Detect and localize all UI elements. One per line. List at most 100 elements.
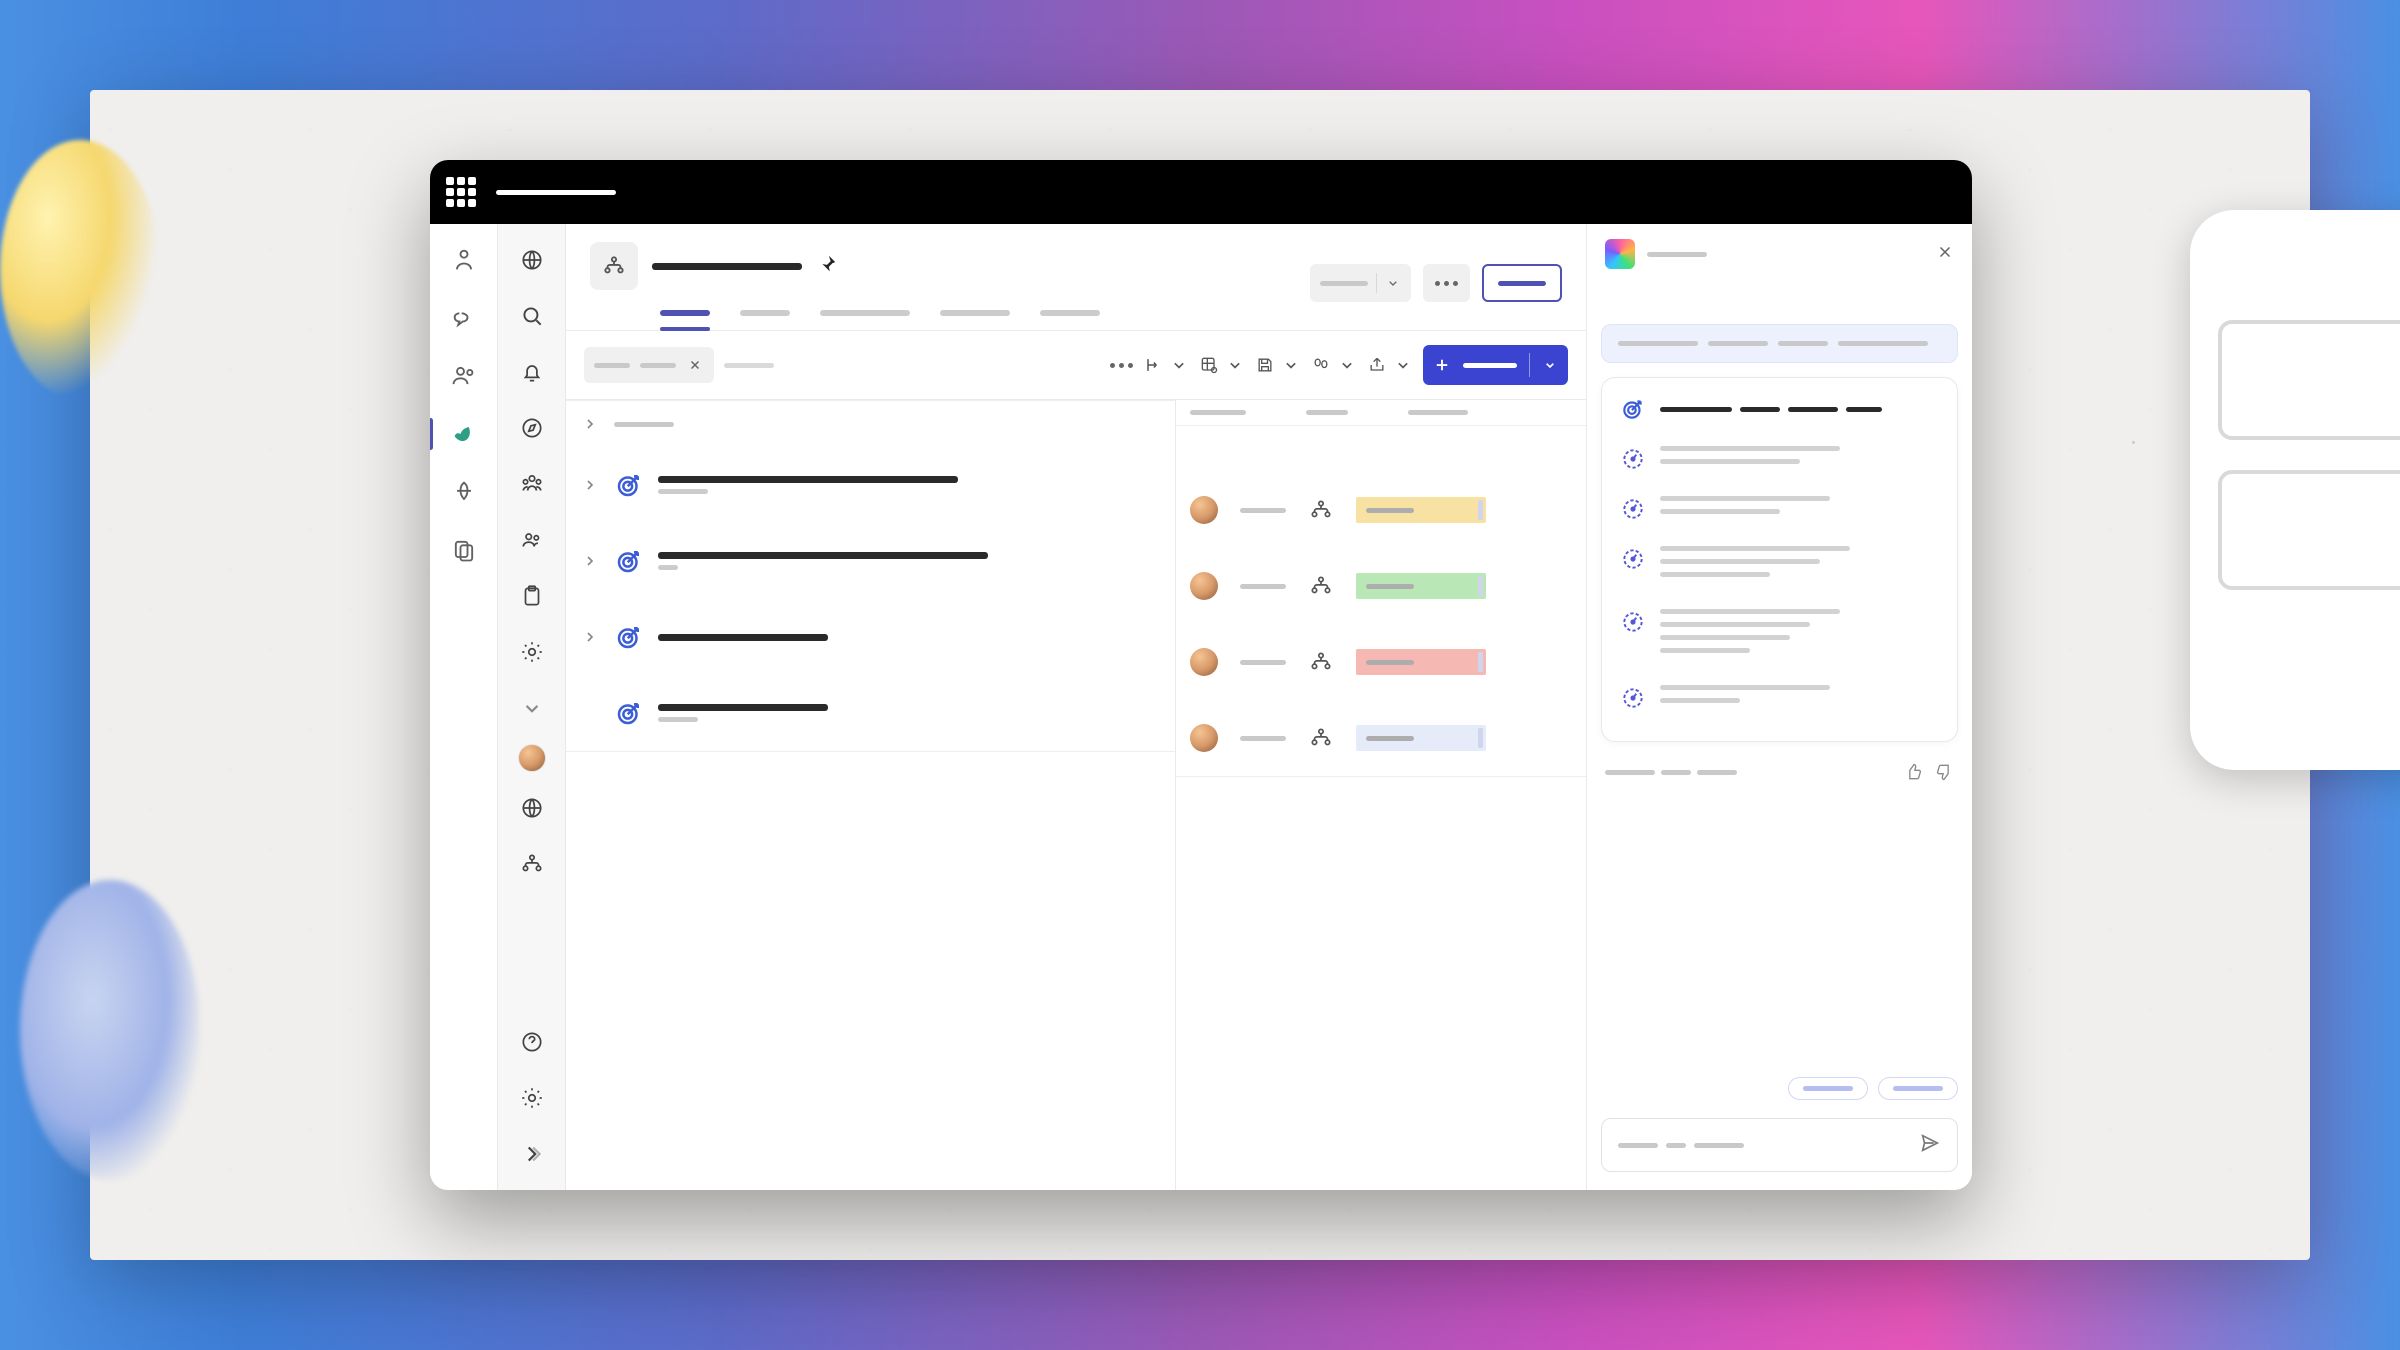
column-team <box>1306 410 1348 415</box>
clipboard-icon[interactable] <box>512 576 552 616</box>
avatar[interactable] <box>1190 572 1218 600</box>
decorative-phone <box>2190 210 2400 770</box>
pin-icon[interactable] <box>816 253 838 279</box>
decorative-blob <box>0 140 160 400</box>
search-icon[interactable] <box>512 296 552 336</box>
copilot-pane <box>1586 224 1972 1190</box>
avatar[interactable] <box>1190 724 1218 752</box>
feedback-row <box>1601 756 1958 788</box>
gear-icon[interactable] <box>512 1078 552 1118</box>
chevron-right-icon[interactable] <box>580 629 600 645</box>
bell-icon[interactable] <box>512 352 552 392</box>
people-group-icon[interactable] <box>512 464 552 504</box>
titlebar <box>430 160 1972 224</box>
filter-chip[interactable] <box>584 347 714 383</box>
app-launcher-icon[interactable] <box>446 177 476 207</box>
table-row[interactable] <box>566 447 1175 523</box>
copilot-toggle-button[interactable] <box>1482 264 1562 302</box>
avatar[interactable] <box>1190 648 1218 676</box>
people-pair-icon[interactable] <box>512 520 552 560</box>
table-row <box>1176 548 1586 624</box>
suggestion-chip[interactable] <box>1878 1077 1958 1100</box>
tab[interactable] <box>1040 310 1100 330</box>
table-settings-icon[interactable] <box>1199 347 1245 383</box>
chevron-right-icon[interactable] <box>580 416 600 432</box>
status-badge <box>1356 497 1486 523</box>
copilot-title <box>1647 252 1707 257</box>
page-icon[interactable] <box>590 242 638 290</box>
data-grid <box>566 400 1586 1190</box>
main-content <box>566 224 1586 1190</box>
list-item <box>1620 434 1939 484</box>
thumbs-down-icon[interactable] <box>1934 762 1954 782</box>
chevron-right-icon[interactable] <box>580 553 600 569</box>
page-title <box>652 263 802 270</box>
app-rail <box>430 224 498 1190</box>
titlebar-text <box>496 190 616 195</box>
gear-icon[interactable] <box>512 632 552 672</box>
close-icon[interactable] <box>1936 243 1954 265</box>
tab[interactable] <box>740 310 790 330</box>
copilot-input[interactable] <box>1601 1118 1958 1172</box>
new-button[interactable] <box>1423 345 1568 385</box>
list-item <box>1620 597 1939 673</box>
chevron-right-icon[interactable] <box>580 477 600 493</box>
compass-icon[interactable] <box>512 408 552 448</box>
list-item <box>1620 534 1939 597</box>
copilot-logo-icon <box>1605 239 1635 269</box>
suggestion-chip[interactable] <box>1788 1077 1868 1100</box>
copilot-response-card <box>1601 377 1958 742</box>
view-button[interactable] <box>1310 264 1411 302</box>
activity-icon[interactable] <box>444 240 484 280</box>
help-icon[interactable] <box>512 1022 552 1062</box>
share-icon[interactable] <box>1367 347 1413 383</box>
status-badge <box>1356 725 1486 751</box>
calendar-icon[interactable] <box>444 472 484 512</box>
new-button-label <box>1463 363 1517 368</box>
copilot-prompt-bubble <box>1601 324 1958 363</box>
column-status <box>1408 410 1468 415</box>
column-owner <box>1190 410 1246 415</box>
avatar[interactable] <box>518 744 546 772</box>
globe-icon[interactable] <box>512 788 552 828</box>
status-badge <box>1356 573 1486 599</box>
expand-icon[interactable] <box>512 1134 552 1174</box>
tab[interactable] <box>940 310 1010 330</box>
table-row <box>1176 472 1586 548</box>
column-headers <box>1176 400 1586 425</box>
save-icon[interactable] <box>1255 347 1301 383</box>
list-item <box>1620 673 1939 723</box>
avatar[interactable] <box>1190 496 1218 524</box>
tab[interactable] <box>820 310 910 330</box>
copilot-glyph-icon[interactable] <box>1311 347 1357 383</box>
suggestion-chips <box>1587 1069 1972 1108</box>
table-row[interactable] <box>566 523 1175 599</box>
sub-navigation <box>498 224 566 1190</box>
close-icon[interactable] <box>686 356 704 374</box>
more-button[interactable] <box>1423 264 1470 302</box>
send-icon[interactable] <box>1919 1132 1941 1158</box>
toolbar-text <box>724 363 774 368</box>
thumbs-up-icon[interactable] <box>1904 762 1924 782</box>
app-window <box>430 160 1972 1190</box>
chevron-down-icon[interactable] <box>512 688 552 728</box>
status-badge <box>1356 649 1486 675</box>
toolbar <box>566 331 1586 400</box>
table-row[interactable] <box>566 599 1175 675</box>
table-row <box>1176 624 1586 700</box>
teams-icon[interactable] <box>444 356 484 396</box>
viva-goals-icon[interactable] <box>444 414 484 454</box>
chat-icon[interactable] <box>444 298 484 338</box>
table-row[interactable] <box>566 675 1175 751</box>
list-item <box>1620 484 1939 534</box>
stage-background <box>90 90 2310 1260</box>
globe-icon[interactable] <box>512 240 552 280</box>
table-row <box>1176 700 1586 776</box>
ellipsis-icon[interactable] <box>1110 347 1133 383</box>
decorative-blob <box>20 880 200 1180</box>
tabs <box>566 302 1586 331</box>
tab[interactable] <box>660 310 710 330</box>
org-icon[interactable] <box>512 844 552 884</box>
direction-icon[interactable] <box>1143 347 1189 383</box>
files-icon[interactable] <box>444 530 484 570</box>
